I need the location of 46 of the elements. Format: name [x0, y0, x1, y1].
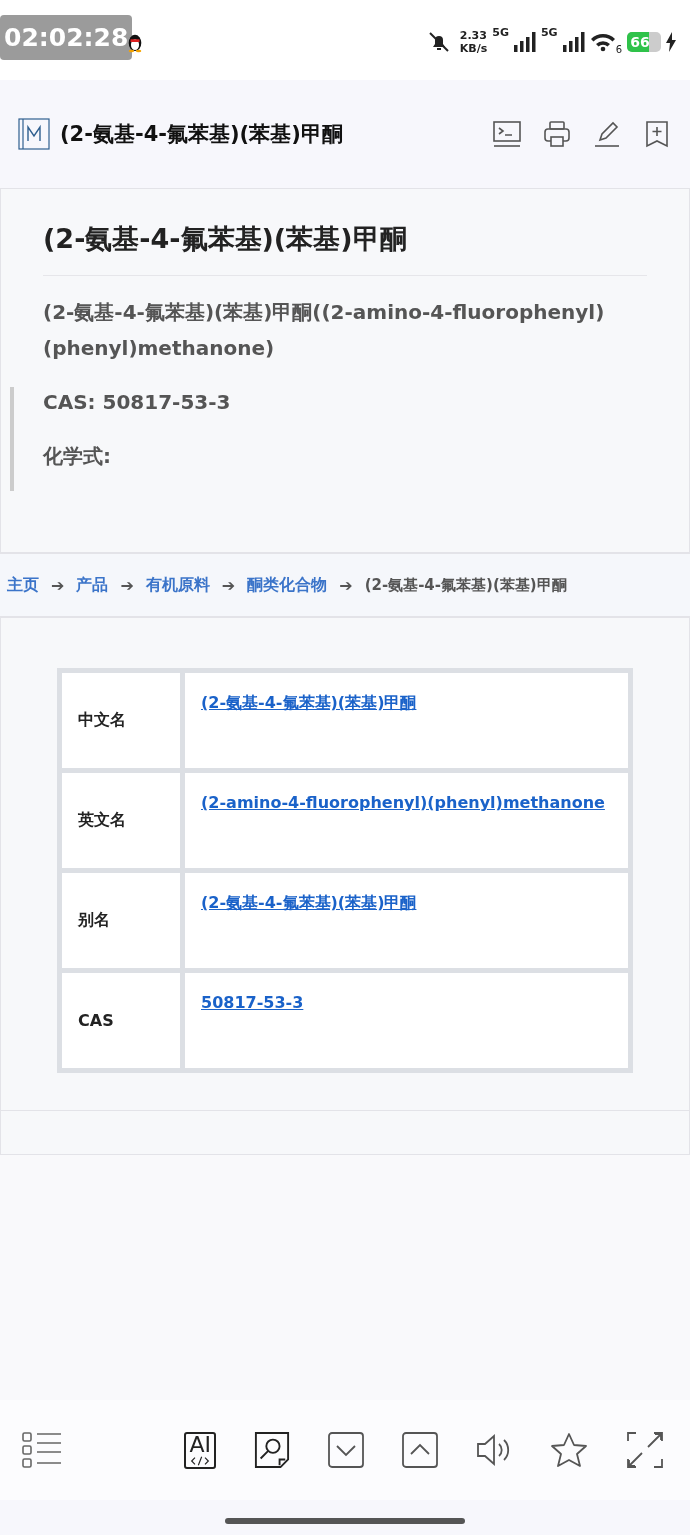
document-search-icon[interactable]	[254, 1430, 290, 1470]
article-heading: (2-氨基-4-氟苯基)(苯基)甲酮	[43, 221, 647, 276]
app-logo-icon	[18, 118, 50, 150]
page-title: (2-氨基-4-氟苯基)(苯基)甲酮	[60, 121, 343, 148]
breadcrumb-arrow: ➔	[51, 575, 65, 595]
signal-icon	[513, 32, 536, 52]
scroll-up-icon[interactable]	[402, 1432, 438, 1468]
breadcrumb-current: (2-氨基-4-氟苯基)(苯基)甲酮	[364, 575, 567, 595]
network-type-label: 5G	[492, 26, 509, 39]
breadcrumb-link[interactable]: 主页	[7, 574, 39, 596]
row-label: 中文名	[78, 710, 126, 731]
row-value-link[interactable]: (2-氨基-4-氟苯基)(苯基)甲酮	[201, 893, 417, 912]
breadcrumb-arrow: ➔	[339, 575, 353, 595]
star-icon[interactable]	[550, 1432, 588, 1468]
breadcrumb-link[interactable]: 酮类化合物	[247, 574, 328, 596]
list-icon[interactable]	[22, 1431, 62, 1469]
row-value-link[interactable]: 50817-53-3	[201, 993, 304, 1012]
cas-text: CAS: 50817-53-3	[43, 389, 232, 416]
formula-label: 化学式:	[43, 443, 112, 470]
row-label: 别名	[78, 910, 110, 931]
network-speed: 2.33	[459, 29, 488, 42]
speaker-icon[interactable]	[476, 1433, 512, 1467]
row-value-link[interactable]: (2-氨基-4-氟苯基)(苯基)甲酮	[201, 693, 417, 712]
breadcrumb-arrow: ➔	[120, 575, 134, 595]
bell-off-icon	[426, 30, 451, 54]
wifi-band-label: 6	[615, 44, 622, 55]
breadcrumb-arrow: ➔	[221, 575, 236, 595]
network-speed-unit: KB/s	[459, 42, 488, 55]
print-icon[interactable]	[542, 119, 572, 149]
battery-icon: 66	[627, 32, 661, 52]
row-label: CAS	[78, 1011, 114, 1030]
code-icon	[190, 1455, 211, 1466]
network-type-label: 5G	[540, 26, 558, 39]
fullscreen-icon[interactable]	[626, 1431, 664, 1469]
breadcrumb-link[interactable]: 有机原料	[145, 574, 210, 596]
row-label: 英文名	[78, 810, 126, 831]
recording-timer: 02:02:28	[0, 14, 133, 60]
row-value-link[interactable]: (2-amino-4-fluorophenyl)(phenyl)methanone	[201, 793, 605, 812]
edit-icon[interactable]	[592, 119, 622, 149]
name-text: (2-氨基-4-氟苯基)(苯基)甲酮((2-amino-4-fluorophenyl)(phenyl)methanone)	[43, 299, 606, 362]
scroll-down-icon[interactable]	[328, 1432, 364, 1468]
terminal-icon[interactable]	[492, 119, 522, 149]
wifi-icon	[589, 32, 616, 52]
ai-code-button[interactable]: AI	[184, 1431, 216, 1469]
signal-icon	[562, 32, 585, 52]
breadcrumb-link[interactable]: 产品	[76, 574, 109, 596]
